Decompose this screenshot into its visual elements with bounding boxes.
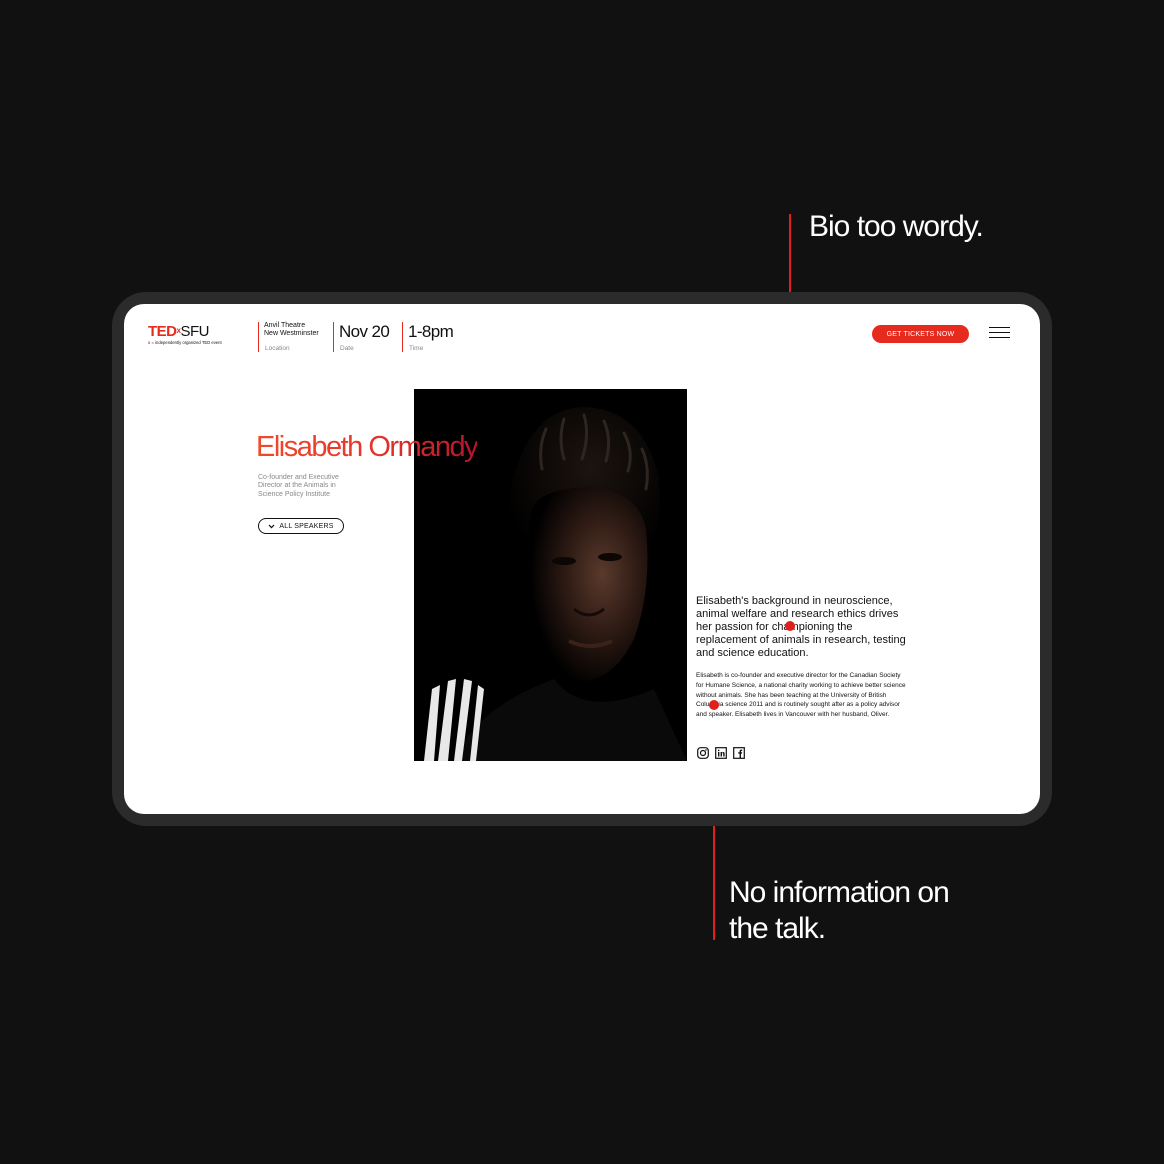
time-label: Time [409,345,424,352]
logo-sfu: SFU [180,323,209,340]
date-label: Date [340,345,354,352]
annotation-no-talk-info: No information on the talk. [729,875,950,947]
logo-subtitle: x = independently organized TED event [148,340,222,345]
logo-subtitle-x: x [148,340,151,345]
speaker-role: Co-founder and Executive Director at the… [258,474,339,498]
all-speakers-button[interactable]: ALL SPEAKERS [258,518,344,534]
website-screen: TEDxSFU x = independently organized TED … [124,304,1040,814]
logo-x: x [176,326,181,335]
get-tickets-button[interactable]: GET TICKETS NOW [872,325,969,343]
hamburger-menu-icon[interactable] [989,326,1010,340]
location-line2: New Westminster [264,329,319,337]
location-label: Location [265,345,290,352]
logo-subtitle-text: = independently organized TED event [151,340,222,345]
annotation-dot-bio [785,621,795,631]
social-links [697,747,745,759]
all-speakers-label: ALL SPEAKERS [279,522,334,530]
annotation-bio-too-wordy: Bio too wordy. [809,210,984,243]
annotation-dot-talk [709,700,719,710]
instagram-icon[interactable] [697,747,709,759]
linkedin-icon[interactable] [715,747,727,759]
date-info: Nov 20 Date [333,322,399,352]
location-line1: Anvil Theatre [264,322,306,329]
location-info: Anvil Theatre New Westminster Location [258,322,328,352]
facebook-icon[interactable] [733,747,745,759]
logo-wordmark: TEDxSFU [148,324,222,339]
tedx-sfu-logo[interactable]: TEDxSFU x = independently organized TED … [148,324,222,345]
logo-ted: TED [148,323,177,340]
date-value: Nov 20 [339,322,390,341]
time-info: 1-8pm Time [402,322,468,352]
time-value: 1-8pm [408,322,454,341]
annotation-no-talk-info-line1: No information on [729,876,950,909]
annotation-no-talk-info-line2: the talk. [729,912,826,945]
speaker-name: Elisabeth Ormandy [256,431,479,463]
bio-body: Elisabeth is co-founder and executive di… [696,672,906,719]
bio-lead: Elisabeth's background in neuroscience, … [696,595,906,659]
chevron-down-icon [268,524,275,528]
